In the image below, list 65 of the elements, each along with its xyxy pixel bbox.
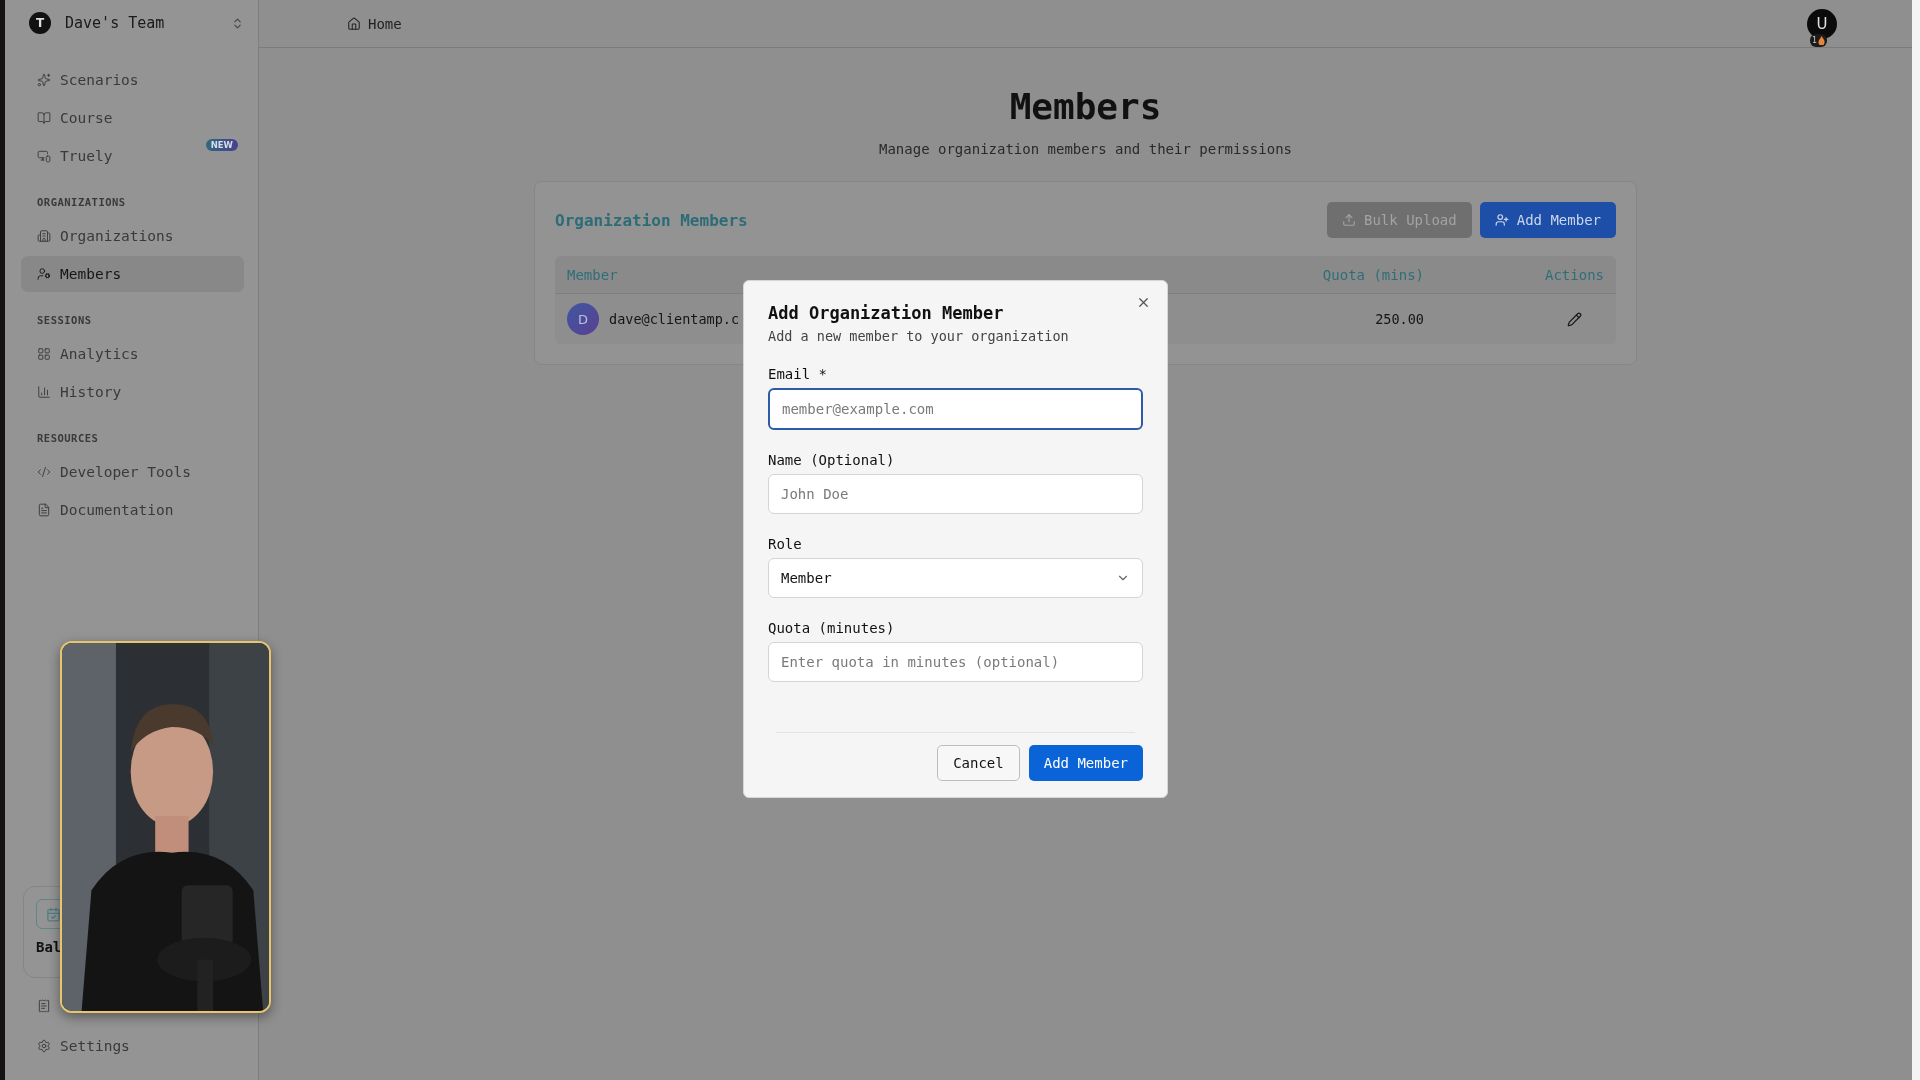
page-subtitle: Manage organization members and their permissions [879,141,1292,157]
field-label: Email * [768,366,828,382]
sidebar-item[interactable]: Course [21,100,244,136]
submit-button[interactable]: Add Member [1028,745,1143,781]
sidebar-item[interactable]: Scenarios [21,62,244,98]
section-heading: SESSIONS [36,313,93,328]
sidebar-item[interactable]: Developer Tools [21,454,244,490]
balance-title: Bal [36,939,63,955]
sidebar-item-label: Truely [60,148,113,164]
settings-icon [37,1039,51,1053]
grid-icon [37,347,51,361]
field-label: Quota (minutes) [768,620,896,636]
dialog-description: Add a new member to your organization [768,328,1070,344]
new-badge: NEW [205,139,238,151]
document-icon [37,503,51,517]
team-name[interactable]: Dave's Team [65,14,217,32]
sidebar-item-label: Analytics [60,346,139,362]
team-avatar: T [29,12,51,34]
edit-icon[interactable] [1567,311,1582,327]
receipt-icon [37,999,51,1013]
input-field[interactable]: member@example.com [768,388,1143,430]
quota-cell-text: 250.00 [1374,311,1424,327]
building-icon [37,229,51,243]
member-email: dave@clientamp.c [609,311,740,327]
sidebar-item[interactable]: History [21,374,244,410]
close-icon[interactable] [1136,295,1151,310]
page-title: Members [1009,86,1162,127]
sidebar-item[interactable]: Analytics [21,336,244,372]
sidebar-item-label: Scenarios [60,72,139,88]
sidebar-item[interactable]: Members [21,256,244,292]
column-header: Member [567,266,619,283]
column-header: Actions [1544,266,1604,283]
sidebar-item-label: Members [60,266,122,282]
member-avatar: D [567,303,599,335]
cancel-button[interactable]: Cancel [937,745,1020,781]
sidebar-item-label: History [60,384,122,400]
upload-icon [1342,213,1356,227]
sidebar-item[interactable]: Settings [21,1028,244,1064]
field-label: Role [768,536,803,552]
sidebar-item[interactable]: Truely NEW [21,138,244,174]
sidebar-item-label: Settings [60,1038,130,1054]
add-member-button[interactable]: Add Member [1479,202,1616,238]
dialog-title: Add Organization Member [768,303,1005,323]
code-icon [37,465,51,479]
card-title: Organization Members [555,210,748,230]
home-link[interactable]: Home [347,15,402,32]
sidebar-item[interactable]: Organizations [21,218,244,254]
home-icon [347,16,361,31]
sidebar-item-label: Documentation [60,502,174,518]
section-heading: ORGANIZATIONS [36,195,127,210]
sidebar-item-label: Organizations [60,228,174,244]
sidebar-item-label: Course [60,110,113,126]
field-label: Name (Optional) [768,452,896,468]
sidebar-item[interactable]: Documentation [21,492,244,528]
chevrons-icon[interactable] [231,16,244,30]
user-gear-icon [37,267,51,281]
role-select[interactable]: Member [768,558,1143,598]
column-header: Quota (mins) [1321,266,1424,283]
devices-icon [37,149,51,163]
section-heading: RESOURCES [36,431,100,446]
user-plus-icon [1494,213,1509,227]
sparkles-icon [37,73,51,87]
sidebar-item-label: Developer Tools [60,464,191,480]
book-icon [37,111,51,125]
bar-chart-icon [37,385,51,399]
